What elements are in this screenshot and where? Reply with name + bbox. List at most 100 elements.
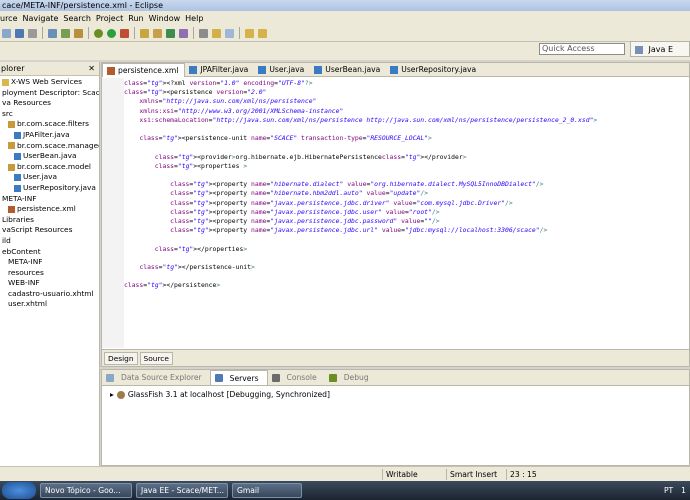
toolbar-separator bbox=[239, 27, 240, 39]
project-explorer-title: plorer bbox=[1, 64, 25, 73]
debug-icon[interactable] bbox=[94, 28, 103, 38]
menu-2[interactable]: Search bbox=[63, 14, 95, 23]
forward-icon[interactable] bbox=[258, 28, 267, 38]
back-icon[interactable] bbox=[245, 28, 254, 38]
code-line: class="tg"><property name="hibernate.dia… bbox=[170, 180, 544, 189]
tab-jpafilter-java[interactable]: JPAFilter.java bbox=[185, 63, 254, 77]
new-package-icon[interactable] bbox=[153, 28, 162, 38]
tree-item[interactable]: UserBean.java bbox=[0, 151, 99, 162]
tree-item-label: br.com.scace.model bbox=[17, 161, 91, 171]
tab-userrepository-java[interactable]: UserRepository.java bbox=[386, 63, 482, 77]
menu-3[interactable]: Project bbox=[96, 14, 128, 23]
menu-1[interactable]: Navigate bbox=[23, 14, 64, 23]
taskbar: Novo Tópico - Goo... Java EE - Scace/MET.… bbox=[0, 481, 690, 500]
new-class-icon[interactable] bbox=[166, 28, 175, 38]
code-line: xsi:schemaLocation="http://java.sun.com/… bbox=[139, 115, 598, 124]
editor-gutter bbox=[102, 78, 124, 348]
menu-6[interactable]: Help bbox=[185, 14, 208, 23]
code-line: class="tg"><?xml version="1.0" encoding=… bbox=[124, 79, 313, 87]
expand-icon[interactable]: ▸ bbox=[110, 390, 114, 399]
taskbar-item[interactable]: Java EE - Scace/MET... bbox=[136, 483, 228, 498]
tree-item[interactable]: WEB-INF bbox=[0, 278, 99, 289]
package-icon bbox=[8, 121, 15, 129]
taskbar-item-label: Novo Tópico - Goo... bbox=[45, 486, 121, 495]
save-icon[interactable] bbox=[15, 28, 24, 38]
tree-item[interactable]: ebContent bbox=[0, 247, 99, 258]
tree-item[interactable]: META-INF bbox=[0, 257, 99, 268]
tree-item[interactable]: resources bbox=[0, 268, 99, 279]
project-tree: X-WS Web Services ployment Descriptor: Sc… bbox=[0, 76, 99, 310]
tree-item-label: JPAFilter.java bbox=[23, 129, 70, 139]
tab-user-java[interactable]: User.java bbox=[254, 63, 310, 77]
tree-item-label: src bbox=[2, 108, 13, 118]
tab-source[interactable]: Source bbox=[139, 351, 173, 365]
toolbar-separator bbox=[193, 27, 194, 39]
server-label: GlassFish 3.1 at localhost [Debugging, S… bbox=[127, 390, 330, 399]
tab-data-source-explorer[interactable]: Data Source Explorer bbox=[102, 373, 210, 382]
tree-item[interactable]: UserRepository.java bbox=[0, 183, 99, 194]
tab-servers[interactable]: Servers bbox=[209, 370, 268, 385]
tool-icon[interactable] bbox=[74, 28, 83, 38]
code-line: class="tg"></properties> bbox=[154, 244, 248, 253]
tree-item[interactable]: br.com.scace.managed bbox=[0, 141, 99, 152]
new-java-project-icon[interactable] bbox=[140, 28, 149, 38]
tree-item[interactable]: src bbox=[0, 109, 99, 120]
language-indicator[interactable]: PT bbox=[664, 486, 673, 495]
tree-item[interactable]: META-INF bbox=[0, 194, 99, 205]
tree-item-label: User.java bbox=[23, 172, 58, 182]
tab-label: Console bbox=[286, 373, 317, 382]
tab-console[interactable]: Console bbox=[268, 373, 325, 382]
tree-item[interactable]: cadastro-usuario.xhtml bbox=[0, 289, 99, 300]
menu-0[interactable]: urce bbox=[0, 14, 23, 23]
debug-icon bbox=[328, 373, 337, 382]
tree-item[interactable]: User.java bbox=[0, 172, 99, 183]
project-explorer-header: plorer ✕ bbox=[0, 62, 99, 76]
tab-label: UserRepository.java bbox=[401, 65, 477, 74]
tree-item-label: user.xhtml bbox=[8, 299, 47, 309]
tree-item[interactable]: ild bbox=[0, 236, 99, 247]
open-type-icon[interactable] bbox=[179, 28, 188, 38]
tab-design[interactable]: Design bbox=[104, 351, 138, 365]
tree-item-label: va Resources bbox=[2, 98, 51, 108]
external-tools-icon[interactable] bbox=[120, 28, 129, 38]
menu-bar: urce Navigate Search Project Run Window Help bbox=[0, 11, 690, 25]
tab-debug[interactable]: Debug bbox=[325, 373, 377, 382]
tree-item[interactable]: br.com.scace.filters bbox=[0, 119, 99, 130]
tree-item[interactable]: va Resources bbox=[0, 98, 99, 109]
tree-item[interactable]: Libraries bbox=[0, 215, 99, 226]
tree-item-label: UserBean.java bbox=[23, 151, 77, 161]
tree-item[interactable]: JPAFilter.java bbox=[0, 130, 99, 141]
server-entry[interactable]: ▸ GlassFish 3.1 at localhost [Debugging, … bbox=[110, 390, 689, 399]
code-line: class="tg"><property name="javax.persist… bbox=[170, 226, 548, 235]
tree-item[interactable]: persistence.xml bbox=[0, 204, 99, 215]
deploy-icon[interactable] bbox=[61, 28, 70, 38]
start-button[interactable] bbox=[2, 482, 36, 499]
search-icon[interactable] bbox=[199, 28, 208, 38]
tab-userbean-java[interactable]: UserBean.java bbox=[310, 63, 386, 77]
menu-5[interactable]: Window bbox=[149, 14, 186, 23]
print-icon[interactable] bbox=[28, 28, 37, 38]
annotation-icon[interactable] bbox=[225, 28, 234, 38]
tree-item[interactable]: X-WS Web Services bbox=[0, 77, 99, 88]
tree-item[interactable]: ployment Descriptor: Scace bbox=[0, 88, 99, 99]
tree-item[interactable]: br.com.scace.model bbox=[0, 162, 99, 173]
taskbar-item[interactable]: Gmail bbox=[232, 483, 302, 498]
main-toolbar bbox=[0, 25, 690, 42]
tree-item[interactable]: user.xhtml bbox=[0, 299, 99, 310]
tab-persistence-xml[interactable]: persistence.xml bbox=[102, 63, 186, 77]
server-icon[interactable] bbox=[48, 28, 57, 38]
tree-item-label: META-INF bbox=[8, 257, 43, 267]
code-area[interactable]: class="tg"><?xml version="1.0" encoding=… bbox=[124, 79, 689, 349]
taskbar-item[interactable]: Novo Tópico - Goo... bbox=[40, 483, 132, 498]
menu-4[interactable]: Run bbox=[128, 14, 148, 23]
close-icon[interactable]: ✕ bbox=[88, 62, 95, 76]
code-line: class="tg"><persistence version="2.0" bbox=[124, 88, 267, 97]
quick-access-input[interactable]: Quick Access bbox=[539, 43, 625, 55]
perspective-button[interactable]: Java E bbox=[630, 41, 690, 57]
code-line: class="tg"><persistence-unit name="SCACE… bbox=[139, 134, 432, 143]
tree-item[interactable]: vaScript Resources bbox=[0, 225, 99, 236]
perspective-icon bbox=[635, 45, 643, 54]
mark-icon[interactable] bbox=[212, 28, 221, 38]
run-icon[interactable] bbox=[107, 28, 116, 38]
new-icon[interactable] bbox=[2, 28, 11, 38]
